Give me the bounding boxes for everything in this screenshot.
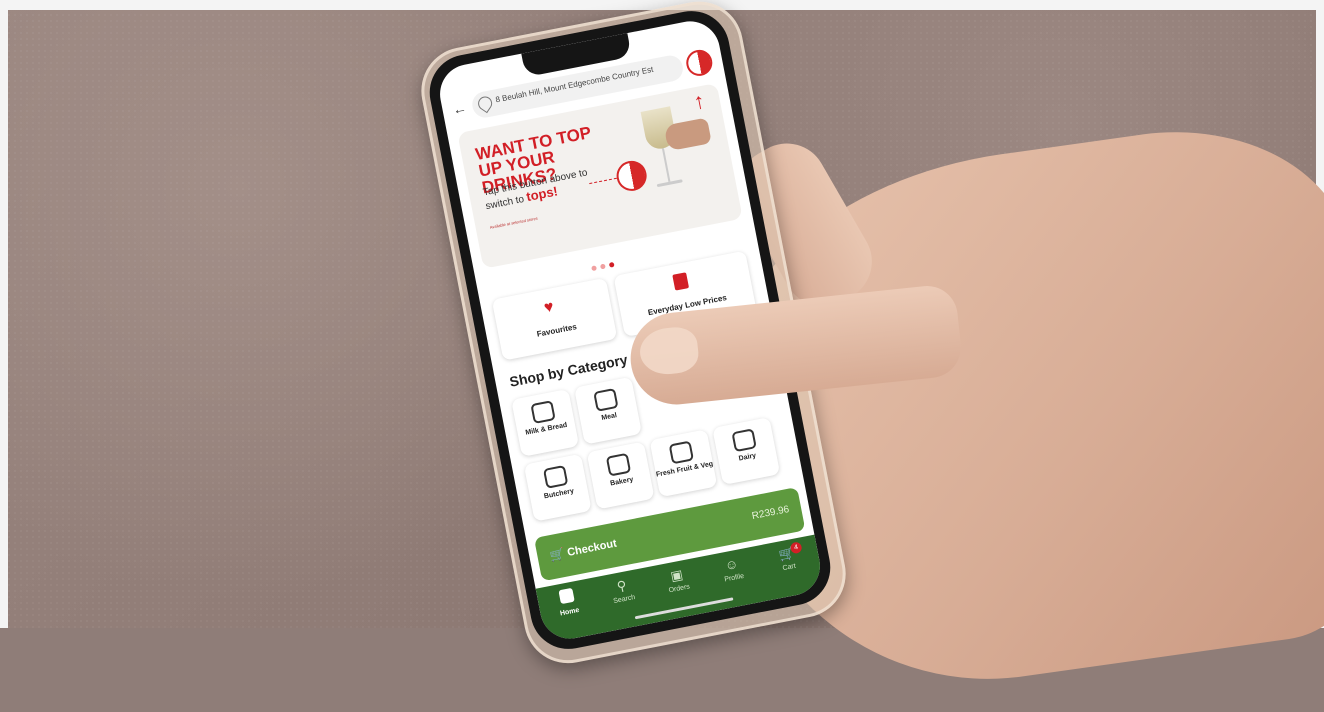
back-arrow-icon[interactable]: ← (451, 99, 468, 117)
category-tile-meal[interactable]: Meal (573, 376, 642, 445)
carousel-dots (590, 251, 631, 272)
shopping-bag-icon (672, 272, 690, 291)
checkout-label: Checkout (566, 537, 618, 559)
cake-icon (605, 452, 632, 477)
fruit-veg-icon (668, 440, 695, 465)
category-label: Bakery (609, 476, 634, 488)
nav-cart[interactable]: 🛒 4 Cart (761, 541, 815, 576)
meat-icon (542, 464, 569, 489)
category-tile-butchery[interactable]: Butchery (523, 453, 592, 522)
nav-search[interactable]: ⚲ Search (596, 574, 650, 608)
carousel-dot-active[interactable] (608, 261, 615, 268)
category-label: Fresh Fruit & Veg (655, 460, 714, 479)
category-tile-bakery[interactable]: Bakery (586, 441, 655, 510)
milk-bread-icon (530, 400, 556, 425)
carousel-dot[interactable] (591, 265, 597, 272)
dairy-icon (731, 428, 757, 453)
home-logo-icon (558, 587, 575, 605)
meal-pie-icon (593, 387, 619, 412)
nav-home[interactable]: Home (541, 584, 595, 620)
category-label: Butchery (543, 487, 575, 501)
arrow-up-icon: ↑ (691, 87, 707, 115)
location-pin-icon (475, 93, 495, 114)
favourites-label: Favourites (536, 322, 578, 339)
checkout-total: R239.96 (750, 504, 791, 523)
checkout-cart-icon: 🛒 (548, 546, 566, 564)
category-tile-dairy[interactable]: Dairy (712, 417, 781, 486)
heart-icon: ♥ (542, 298, 556, 317)
photo-border-left (0, 0, 8, 628)
category-label: Milk & Bread (524, 421, 568, 437)
category-tile-fruit-veg[interactable]: Fresh Fruit & Veg (649, 429, 718, 498)
category-label: Meal (600, 412, 618, 422)
nav-orders[interactable]: ▣ Orders (651, 563, 705, 597)
nav-profile[interactable]: ☺ Profile (706, 552, 760, 586)
store-switch-button[interactable] (684, 47, 715, 79)
category-tile-milk-bread[interactable]: Milk & Bread (511, 388, 580, 457)
favourites-card[interactable]: ♥ Favourites (491, 277, 618, 361)
category-label: Dairy (738, 452, 757, 463)
wine-stem (661, 148, 671, 182)
carousel-dot[interactable] (599, 263, 606, 270)
banner-fine-print: Available at selected stores (489, 215, 539, 230)
